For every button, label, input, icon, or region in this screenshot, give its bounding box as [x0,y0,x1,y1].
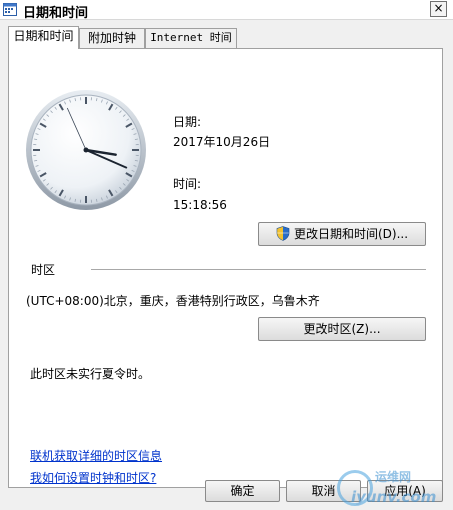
online-timezone-info-link[interactable]: 联机获取详细的时区信息 [30,447,162,464]
date-label: 日期: [173,115,202,129]
ok-button[interactable]: 确定 [205,480,280,502]
time-value: 15:18:56 [173,198,227,212]
timezone-section-label: 时区 [31,263,56,277]
close-icon: × [433,1,444,15]
change-timezone-button[interactable]: 更改时区(Z)... [258,317,426,341]
dst-note: 此时区未实行夏令时。 [30,367,151,381]
uac-shield-icon [276,226,290,241]
tab-date-time[interactable]: 日期和时间 [8,26,79,49]
how-to-set-clock-link[interactable]: 我如何设置时钟和时区? [30,469,156,486]
change-date-time-label: 更改日期和时间(D)... [293,227,409,241]
timezone-value: (UTC+08:00)北京，重庆，香港特别行政区，乌鲁木齐 [26,294,320,308]
window-title: 日期和时间 [23,6,89,21]
tab-additional-clocks[interactable]: 附加时钟 [79,28,145,48]
timezone-divider [91,269,426,270]
dialog-body: 日期和时间 附加时钟 Internet 时间 日期: 2017年10月26日 时… [0,20,453,510]
site-watermark: 运维网 iyunv.com [337,468,447,508]
tab-internet-time[interactable]: Internet 时间 [145,28,237,48]
time-label: 时间: [173,177,202,191]
change-date-time-button[interactable]: 更改日期和时间(D)... [258,222,426,246]
clock-center [83,147,89,153]
analog-clock [26,90,146,210]
date-value: 2017年10月26日 [173,135,271,149]
watermark-bottom-text: iyunv.com [351,488,437,506]
close-button[interactable]: × [430,1,447,17]
title-bar: 日期和时间 × [0,0,453,21]
calendar-clock-icon [3,3,17,16]
tab-panel: 日期: 2017年10月26日 时间: 15:18:56 更改日期和时间(D).… [8,48,443,488]
watermark-top-text: 运维网 [375,470,412,484]
